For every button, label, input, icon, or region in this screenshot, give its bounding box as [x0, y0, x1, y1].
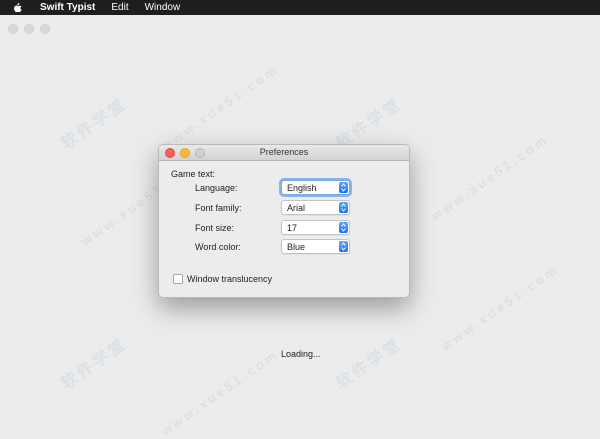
apple-icon[interactable] [13, 2, 23, 13]
word-color-row: Word color: Blue [159, 239, 409, 255]
preferences-window: Preferences Game text: Language: English… [158, 144, 410, 298]
up-down-arrows-icon [339, 241, 348, 252]
watermark-cn: 软件学堂 [58, 335, 131, 393]
language-label: Language: [195, 183, 238, 193]
font-size-select[interactable]: 17 [281, 220, 350, 235]
watermark-url: www.xue51.com [158, 346, 282, 439]
watermark-url: www.xue51.com [438, 261, 562, 354]
section-label-game-text: Game text: [171, 169, 216, 179]
language-value: English [287, 183, 317, 193]
preferences-titlebar[interactable]: Preferences [159, 145, 409, 161]
font-family-select[interactable]: Arial [281, 200, 350, 215]
menu-edit[interactable]: Edit [111, 0, 128, 15]
font-family-value: Arial [287, 203, 306, 213]
menu-app-name[interactable]: Swift Typist [40, 0, 95, 15]
language-select[interactable]: English [281, 180, 350, 195]
watermark-cn: 软件学堂 [58, 95, 131, 153]
watermark-url: www.xue51.com [158, 61, 282, 154]
main-minimize-button[interactable] [24, 24, 34, 34]
up-down-arrows-icon [339, 222, 348, 233]
language-row: Language: English [159, 180, 409, 196]
main-window-controls [8, 24, 50, 34]
font-size-value: 17 [287, 223, 298, 233]
font-size-label: Font size: [195, 223, 235, 233]
loading-status: Loading... [281, 349, 321, 359]
main-zoom-button[interactable] [40, 24, 50, 34]
up-down-arrows-icon [339, 182, 348, 193]
watermark-url: www.xue51.com [428, 131, 552, 224]
word-color-label: Word color: [195, 242, 241, 252]
watermark-cn: 软件学堂 [333, 335, 406, 393]
up-down-arrows-icon [339, 202, 348, 213]
font-size-row: Font size: 17 [159, 220, 409, 236]
window-translucency-option[interactable]: Window translucency [173, 274, 272, 284]
main-close-button[interactable] [8, 24, 18, 34]
word-color-value: Blue [287, 242, 306, 252]
word-color-select[interactable]: Blue [281, 239, 350, 254]
menu-window[interactable]: Window [145, 0, 181, 15]
menu-bar: Swift Typist Edit Window [0, 0, 600, 15]
window-translucency-checkbox[interactable] [173, 274, 183, 284]
window-translucency-label: Window translucency [187, 274, 273, 284]
font-family-label: Font family: [195, 203, 242, 213]
window-title: Preferences [259, 147, 309, 157]
font-family-row: Font family: Arial [159, 200, 409, 216]
